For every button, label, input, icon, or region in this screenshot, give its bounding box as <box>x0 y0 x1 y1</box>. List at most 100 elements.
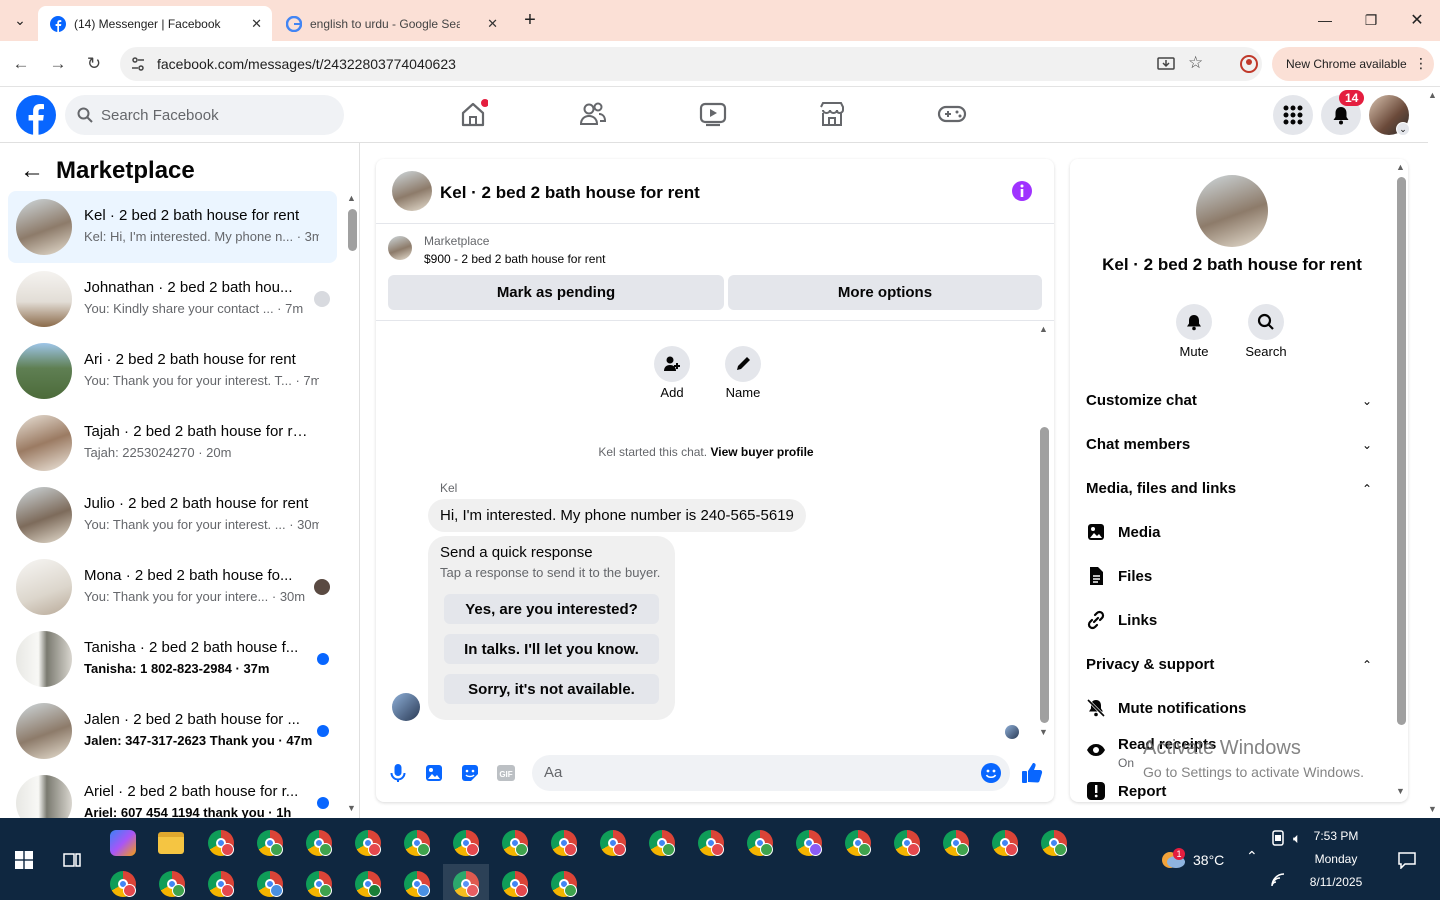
chrome-window-icon[interactable] <box>306 830 332 856</box>
bookmark-star-icon[interactable]: ☆ <box>1188 53 1203 73</box>
chrome-window-icon[interactable] <box>551 871 577 897</box>
chrome-window-icon[interactable] <box>159 871 185 897</box>
home-nav-icon[interactable] <box>458 99 488 129</box>
notifications-button[interactable]: 14 <box>1321 90 1365 135</box>
chrome-window-icon[interactable] <box>649 830 675 856</box>
info-icon[interactable] <box>1011 180 1033 202</box>
chrome-window-icon[interactable] <box>600 830 626 856</box>
scroll-down-icon[interactable]: ▼ <box>1396 786 1405 796</box>
conversation-item[interactable]: Tajah · 2 bed 2 bath house for re... Taj… <box>8 407 337 479</box>
reload-icon[interactable]: ↻ <box>83 53 105 75</box>
account-avatar[interactable]: ⌄ <box>1369 95 1410 136</box>
chat-members-section[interactable]: Chat members <box>1086 436 1190 453</box>
marketplace-nav-icon[interactable] <box>817 99 847 129</box>
scrollbar-thumb[interactable] <box>1040 427 1049 723</box>
back-arrow-icon[interactable]: ← <box>20 157 44 185</box>
sticker-icon[interactable] <box>461 764 479 782</box>
network-icon[interactable] <box>1271 873 1287 887</box>
chrome-window-icon[interactable] <box>257 871 283 897</box>
maximize-icon[interactable]: ❐ <box>1359 8 1383 32</box>
show-hidden-icons-chevron-icon[interactable]: ⌃ <box>1246 848 1258 865</box>
tab-google-search[interactable]: english to urdu - Google Search ✕ <box>274 6 508 41</box>
chrome-window-icon[interactable] <box>208 830 234 856</box>
address-bar[interactable]: facebook.com/messages/t/2432280377404062… <box>120 47 1262 81</box>
conversation-item[interactable]: Johnathan · 2 bed 2 bath hou... You: Kin… <box>8 263 337 335</box>
task-view-icon[interactable] <box>62 851 82 869</box>
mute-button[interactable] <box>1176 304 1212 340</box>
chrome-window-icon[interactable] <box>208 871 234 897</box>
chrome-window-icon[interactable] <box>502 830 528 856</box>
chrome-window-icon[interactable] <box>992 830 1018 856</box>
add-people-button[interactable] <box>654 346 690 382</box>
message-input[interactable]: Aa <box>532 755 1010 791</box>
quick-reply-button[interactable]: Sorry, it's not available. <box>444 674 659 704</box>
close-window-icon[interactable]: ✕ <box>1405 8 1429 32</box>
more-menu-icon[interactable]: ⋮ <box>1414 55 1428 72</box>
chrome-window-icon[interactable] <box>502 871 528 897</box>
profile-icon[interactable] <box>1239 54 1259 74</box>
scroll-down-icon[interactable]: ▼ <box>347 803 356 813</box>
clock-day[interactable]: Monday <box>1300 852 1372 866</box>
media-item[interactable]: Media <box>1086 522 1161 542</box>
conversation-item[interactable]: Tanisha · 2 bed 2 bath house f... Tanish… <box>8 623 337 695</box>
message-bubble[interactable]: Hi, I'm interested. My phone number is 2… <box>428 499 806 532</box>
close-tab-icon[interactable]: ✕ <box>251 16 262 32</box>
mark-as-pending-button[interactable]: Mark as pending <box>388 275 724 310</box>
conversation-item[interactable]: Mona · 2 bed 2 bath house fo... You: Tha… <box>8 551 337 623</box>
scrollbar-thumb[interactable] <box>348 209 357 251</box>
copilot-icon[interactable] <box>110 830 136 856</box>
chrome-window-icon[interactable] <box>845 830 871 856</box>
quick-reply-button[interactable]: Yes, are you interested? <box>444 594 659 624</box>
file-explorer-icon[interactable] <box>158 832 184 854</box>
chevron-down-icon[interactable]: ⌄ <box>1362 394 1372 408</box>
video-nav-icon[interactable] <box>698 99 728 129</box>
quick-reply-button[interactable]: In talks. I'll let you know. <box>444 634 659 664</box>
facebook-logo-icon[interactable] <box>16 95 56 135</box>
emoji-icon[interactable] <box>981 763 1001 783</box>
chevron-up-icon[interactable]: ⌃ <box>1362 658 1372 672</box>
weather-temperature[interactable]: 38°C <box>1193 852 1224 868</box>
chrome-window-icon[interactable] <box>894 830 920 856</box>
like-icon[interactable] <box>1021 762 1043 784</box>
photo-icon[interactable] <box>425 764 443 782</box>
gif-icon[interactable]: GIF <box>497 764 515 782</box>
clock-time[interactable]: 7:53 PM <box>1300 829 1372 843</box>
chrome-window-icon[interactable] <box>355 871 381 897</box>
conversation-item[interactable]: Ariel · 2 bed 2 bath house for r... Arie… <box>8 767 337 818</box>
tab-search-chevron-icon[interactable]: ⌄ <box>8 8 32 32</box>
chrome-window-icon[interactable] <box>404 871 430 897</box>
clock-date[interactable]: 8/11/2025 <box>1300 875 1372 889</box>
scroll-down-icon[interactable]: ▼ <box>1039 727 1048 737</box>
close-tab-icon[interactable]: ✕ <box>487 16 498 32</box>
mute-notifications-item[interactable]: Mute notifications <box>1086 698 1246 718</box>
chrome-window-icon[interactable] <box>453 830 479 856</box>
files-item[interactable]: Files <box>1086 566 1152 586</box>
privacy-support-section[interactable]: Privacy & support <box>1086 656 1214 673</box>
forward-icon[interactable]: → <box>47 53 69 75</box>
conversation-item[interactable]: Julio · 2 bed 2 bath house for rent You:… <box>8 479 337 551</box>
name-chat-button[interactable] <box>725 346 761 382</box>
conversation-item[interactable]: Jalen · 2 bed 2 bath house for ... Jalen… <box>8 695 337 767</box>
chrome-window-icon[interactable] <box>110 871 136 897</box>
customize-chat-section[interactable]: Customize chat <box>1086 392 1197 409</box>
install-app-icon[interactable] <box>1157 55 1175 73</box>
chrome-window-icon[interactable] <box>404 830 430 856</box>
read-receipts-item[interactable]: Read receipts On <box>1086 736 1216 770</box>
scrollbar-thumb[interactable] <box>1397 177 1406 725</box>
site-info-icon[interactable] <box>130 56 146 72</box>
conversation-item[interactable]: Kel · 2 bed 2 bath house for rent Kel: H… <box>8 191 337 263</box>
listing-title[interactable]: $900 - 2 bed 2 bath house for rent <box>424 252 605 266</box>
view-buyer-profile-link[interactable]: View buyer profile <box>710 445 813 459</box>
chat-title[interactable]: Kel · 2 bed 2 bath house for rent <box>440 183 700 203</box>
chevron-up-icon[interactable]: ⌃ <box>1362 482 1372 496</box>
chrome-window-icon[interactable] <box>257 830 283 856</box>
media-files-links-section[interactable]: Media, files and links <box>1086 480 1236 497</box>
chrome-window-icon[interactable] <box>1041 830 1067 856</box>
details-avatar[interactable] <box>1196 175 1268 247</box>
voice-clip-icon[interactable] <box>390 764 406 782</box>
chrome-window-icon[interactable] <box>698 830 724 856</box>
page-scroll-up-icon[interactable]: ▲ <box>1428 90 1437 100</box>
conversation-item[interactable]: Ari · 2 bed 2 bath house for rent You: T… <box>8 335 337 407</box>
scroll-up-icon[interactable]: ▲ <box>1396 162 1405 172</box>
facebook-search-input[interactable]: Search Facebook <box>65 95 344 135</box>
